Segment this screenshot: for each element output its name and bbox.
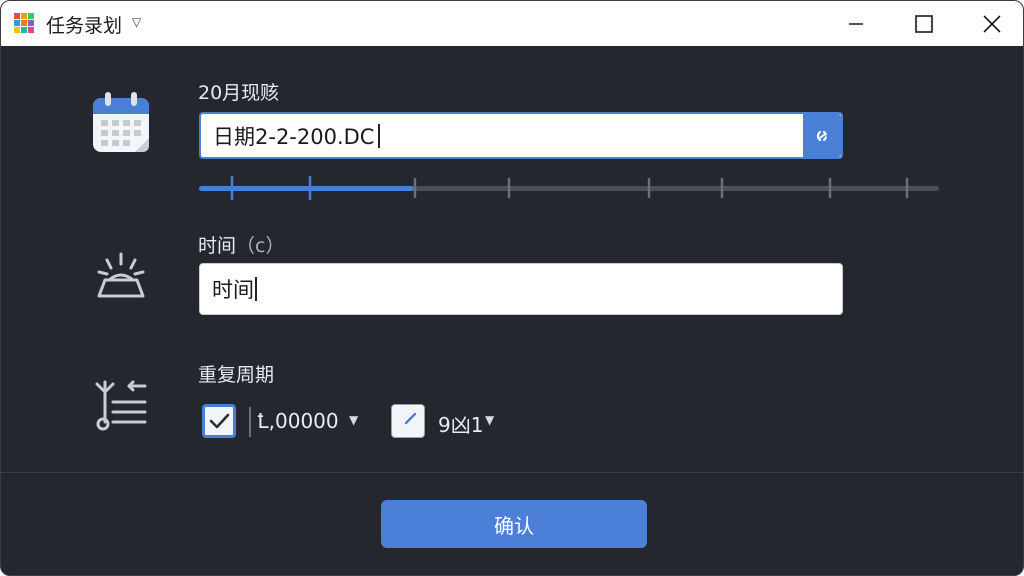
date-input[interactable]: 日期2-2-200.DC xyxy=(199,112,843,159)
chevron-down-icon[interactable]: ▼ xyxy=(485,413,494,427)
repeat-option1-checkbox[interactable] xyxy=(202,404,236,438)
maximize-icon xyxy=(915,14,933,33)
chevron-down-icon[interactable]: ▼ xyxy=(349,413,358,427)
time-label-main: 时间 xyxy=(198,235,237,257)
confirm-button[interactable]: 确认 xyxy=(381,500,647,548)
minimize-button[interactable] xyxy=(825,1,887,46)
link-icon xyxy=(816,130,828,141)
repeat-option2-select[interactable]: 9凶1 xyxy=(438,409,483,438)
repeat-settings-icon xyxy=(95,380,147,431)
minimize-icon xyxy=(849,22,863,25)
footer-divider xyxy=(1,472,1023,473)
calendar-icon xyxy=(92,92,150,152)
close-button[interactable] xyxy=(961,1,1023,46)
app-grid-icon xyxy=(13,12,35,34)
title-menu-chevron-icon[interactable]: ▽ xyxy=(132,15,141,29)
repeat-option1-select[interactable]: Ꝉ,00000 xyxy=(257,409,339,433)
date-picker-button[interactable] xyxy=(803,114,841,157)
text-cursor xyxy=(255,277,257,301)
time-input-value: 时间 xyxy=(212,278,254,302)
repeat-option2-checkbox[interactable] xyxy=(391,404,425,438)
date-range-slider[interactable] xyxy=(199,173,939,203)
time-label: 时间（c） xyxy=(198,231,284,258)
time-label-paren: （c） xyxy=(236,235,285,257)
title-bar: 任务录划 ▽ xyxy=(1,1,1023,46)
dialog-content: 20月现赅 日期2-2-200.DC 时间（c） 时间 重复周期 Ꝉ,00000… xyxy=(1,46,1023,575)
text-cursor xyxy=(378,123,380,148)
checkmark-icon xyxy=(209,413,230,429)
edit-pencil-icon xyxy=(404,412,417,425)
option-separator xyxy=(249,407,251,437)
date-label: 20月现赅 xyxy=(198,82,280,104)
time-input[interactable]: 时间 xyxy=(199,263,843,315)
maximize-button[interactable] xyxy=(893,1,955,46)
window-title: 任务录划 xyxy=(46,15,123,37)
task-dialog-window: 任务录划 ▽ 20月现赅 日期2-2-200.DC 时间（c） 时间 重复周期 … xyxy=(0,0,1024,576)
alarm-icon xyxy=(97,252,145,298)
close-icon xyxy=(983,14,1001,33)
date-input-value: 日期2-2-200.DC xyxy=(213,124,375,149)
repeat-label: 重复周期 xyxy=(198,364,275,386)
